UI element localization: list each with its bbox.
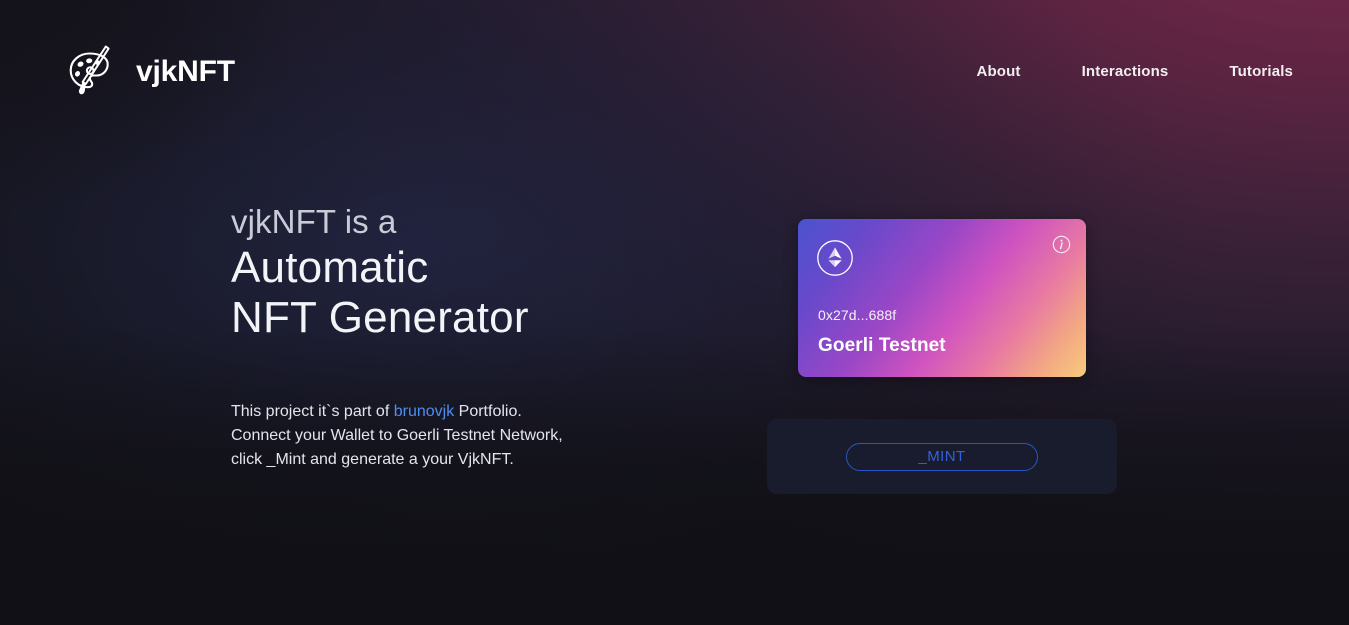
hero-description-part2: Portfolio.: [454, 403, 522, 420]
ethereum-icon: [817, 240, 853, 276]
palette-paintbrush-icon: [69, 45, 110, 95]
main-content: vjkNFT is a Automatic NFT Generator This…: [0, 145, 1349, 625]
app-root: vjkNFT About Interactions Tutorials vjkN…: [0, 0, 1349, 625]
nav-item-about[interactable]: About: [977, 63, 1021, 80]
hero-description-line-1: This project it`s part of brunovjk Portf…: [231, 400, 651, 424]
wallet-network-name: Goerli Testnet: [818, 335, 946, 356]
brand-logo[interactable]: vjkNFT: [58, 40, 235, 104]
hero-description-line-3: click _Mint and generate a your VjkNFT.: [231, 451, 514, 468]
hero-heading: vjkNFT is a Automatic NFT Generator: [231, 203, 751, 343]
hero-description-part1: This project it`s part of: [231, 403, 394, 420]
hero-subline: vjkNFT is a: [231, 203, 397, 240]
hero-title-line-1: Automatic: [231, 242, 429, 292]
wallet-card[interactable]: 0x27d...688f Goerli Testnet: [798, 219, 1086, 377]
portfolio-link[interactable]: brunovjk: [394, 403, 454, 420]
wallet-address: 0x27d...688f: [818, 307, 897, 323]
hero-title-line-2: NFT Generator: [231, 293, 529, 343]
mint-panel: _MINT: [767, 419, 1117, 494]
main-navigation: About Interactions Tutorials: [977, 63, 1293, 80]
nav-item-interactions[interactable]: Interactions: [1082, 63, 1169, 80]
hero-description-line-2: Connect your Wallet to Goerli Testnet Ne…: [231, 427, 563, 444]
info-circle-icon[interactable]: [1052, 235, 1071, 254]
nav-item-tutorials[interactable]: Tutorials: [1229, 63, 1293, 80]
hero-description: This project it`s part of brunovjk Portf…: [231, 400, 651, 472]
brand-name: vjkNFT: [136, 55, 235, 88]
mint-button[interactable]: _MINT: [846, 442, 1038, 471]
site-header: vjkNFT About Interactions Tutorials: [0, 0, 1349, 145]
